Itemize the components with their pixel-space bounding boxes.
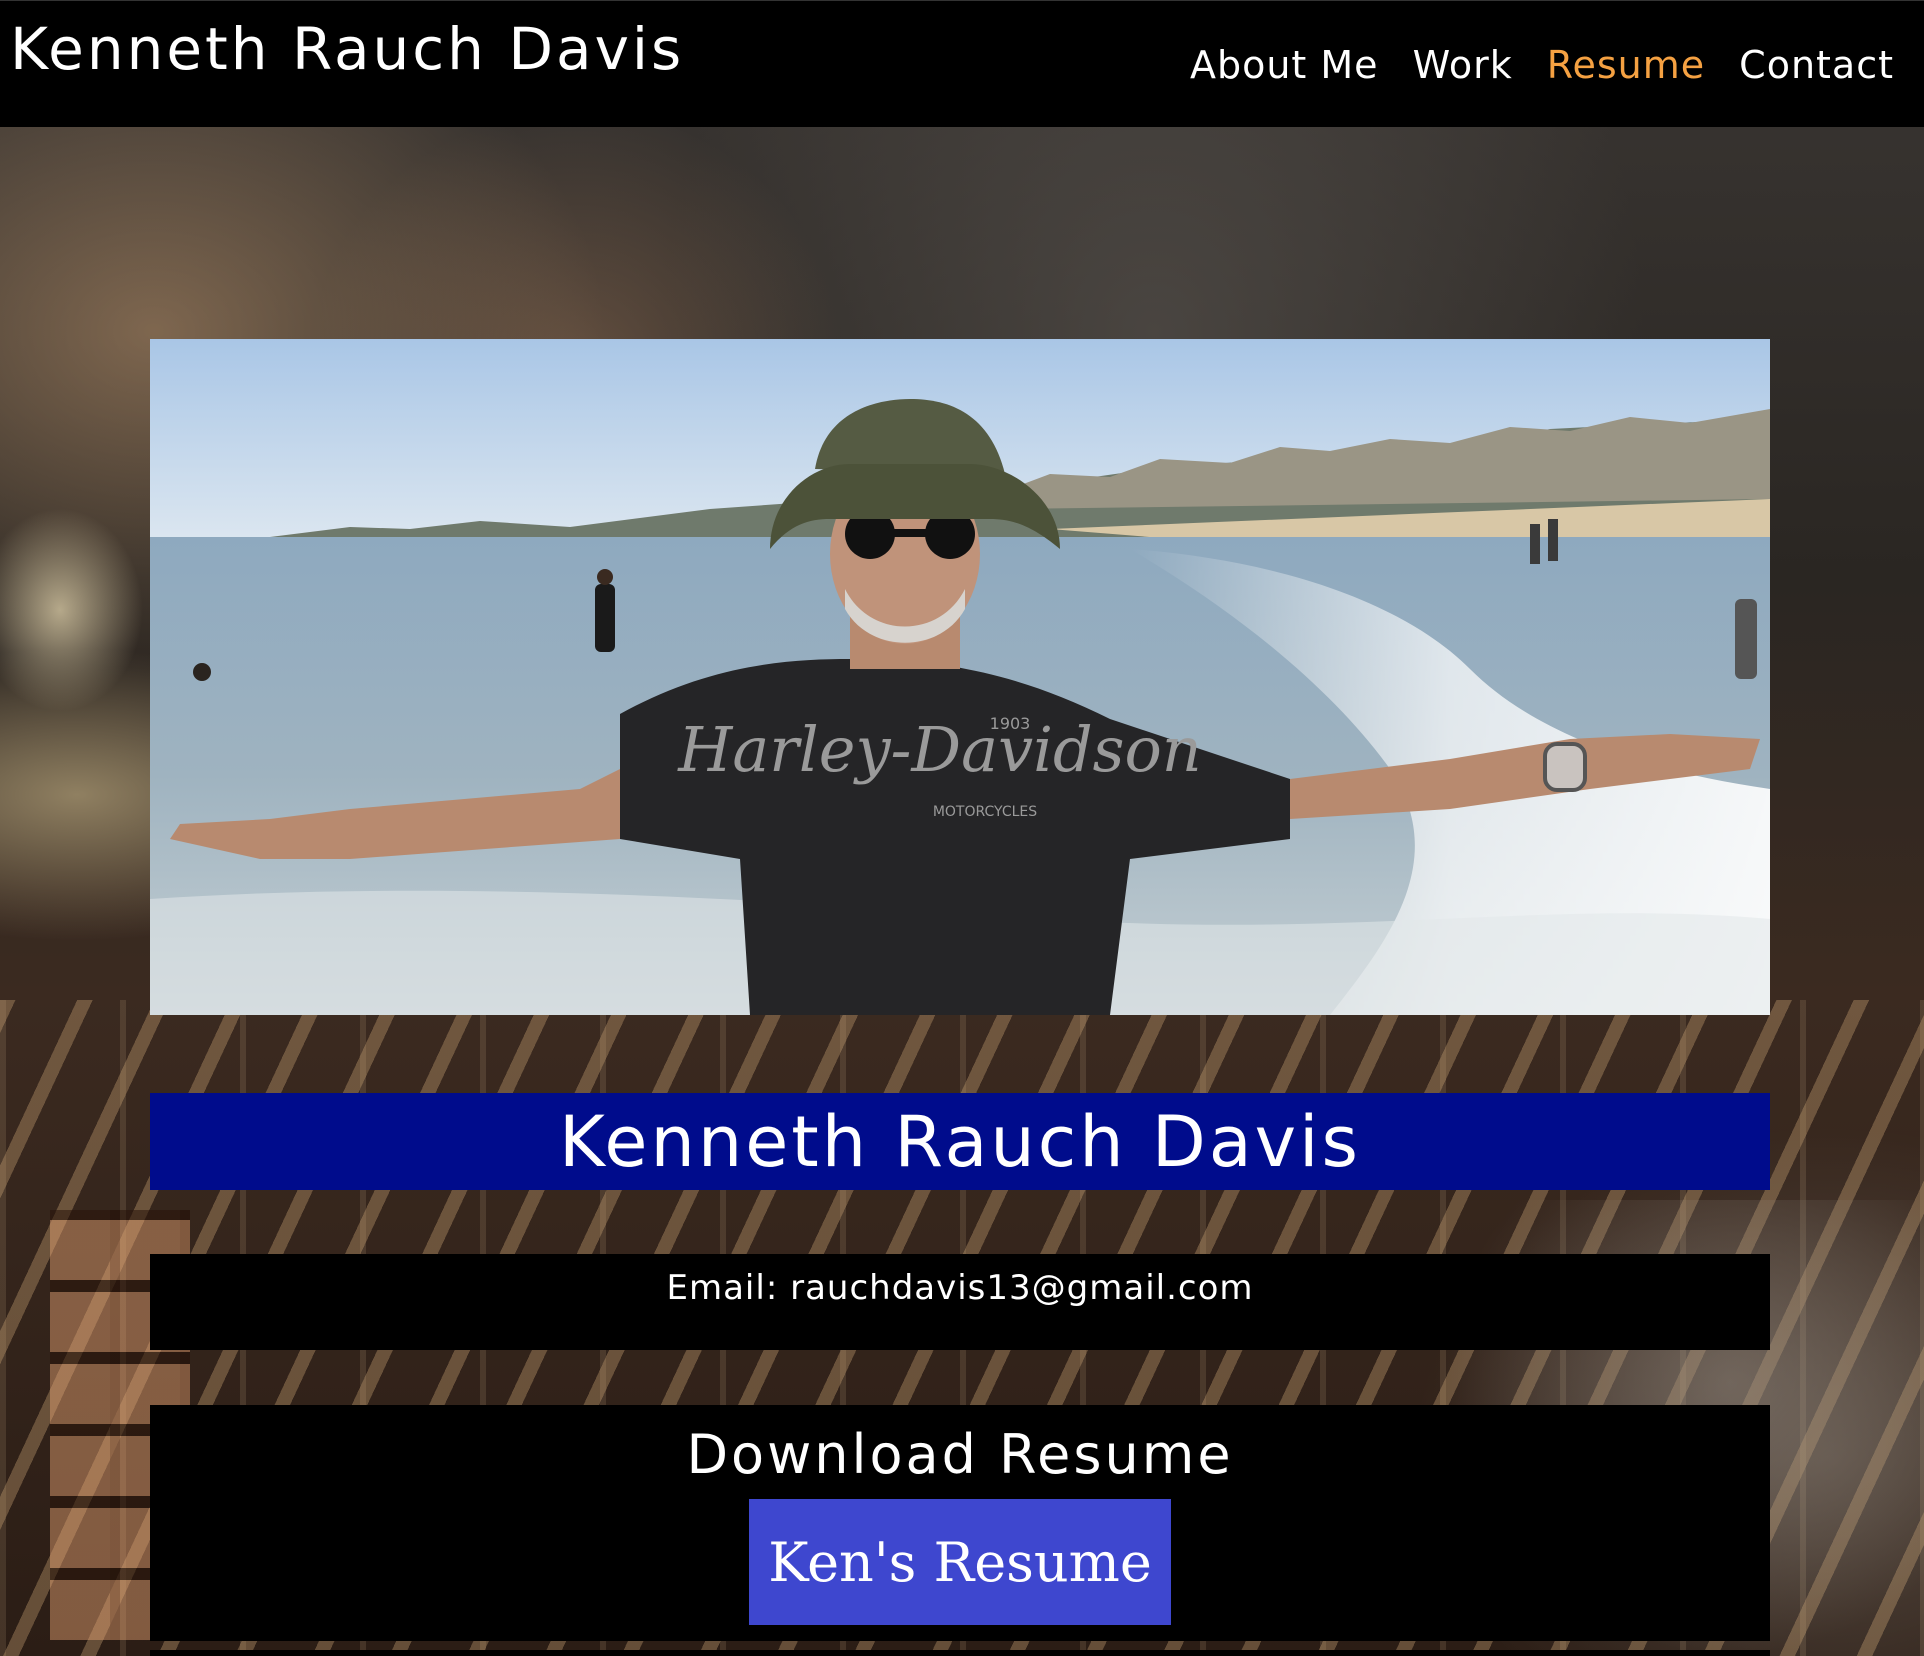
email-line: Email: rauchdavis13@gmail.com — [150, 1268, 1770, 1308]
email-section: Email: rauchdavis13@gmail.com — [150, 1254, 1770, 1350]
resume-download-button[interactable]: Ken's Resume — [749, 1499, 1171, 1625]
download-heading: Download Resume — [686, 1423, 1234, 1486]
name-banner: Kenneth Rauch Davis — [150, 1093, 1770, 1190]
background-light-patch — [0, 500, 150, 720]
nav-link-contact[interactable]: Contact — [1739, 43, 1894, 87]
nav-link-resume[interactable]: Resume — [1547, 43, 1705, 87]
hero-photo: Harley-Davidson 1903 MOTORCYCLES — [150, 339, 1770, 1015]
top-navbar: Kenneth Rauch Davis About Me Work Resume… — [0, 0, 1924, 127]
bottom-divider — [150, 1650, 1770, 1656]
email-label: Email: — [666, 1268, 779, 1308]
banner-name: Kenneth Rauch Davis — [559, 1100, 1361, 1183]
shirt-logo-year: 1903 — [990, 714, 1031, 733]
nav-link-work[interactable]: Work — [1413, 43, 1513, 87]
email-link[interactable]: rauchdavis13@gmail.com — [790, 1268, 1253, 1308]
site-brand[interactable]: Kenneth Rauch Davis — [10, 15, 684, 83]
shirt-logo-subtext: MOTORCYCLES — [933, 804, 1037, 820]
download-resume-section: Download Resume Ken's Resume — [150, 1405, 1770, 1641]
nav-link-about-me[interactable]: About Me — [1190, 43, 1379, 87]
shirt-logo-text: Harley-Davidson — [677, 713, 1201, 786]
page: Kenneth Rauch Davis About Me Work Resume… — [0, 0, 1924, 1656]
beach-photo-illustration: Harley-Davidson 1903 MOTORCYCLES — [150, 339, 1770, 1015]
nav-menu: About Me Work Resume Contact — [1190, 43, 1894, 87]
